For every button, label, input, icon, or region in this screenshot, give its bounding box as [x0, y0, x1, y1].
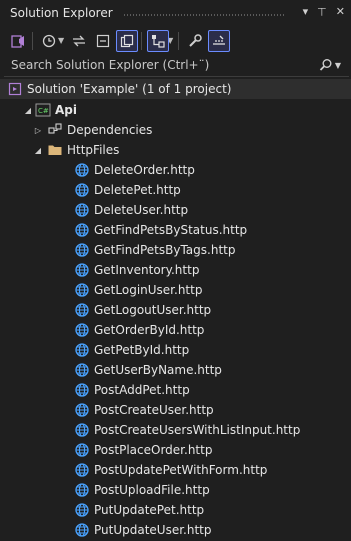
csharp-badge: C# — [38, 107, 49, 115]
file-label: DeleteUser.http — [94, 203, 189, 217]
dependencies-icon — [47, 122, 63, 138]
panel-controls: ▾ ⊥ ✕ — [303, 5, 345, 18]
csharp-project-icon: C# — [35, 102, 51, 118]
properties-wrench-icon[interactable] — [184, 30, 206, 52]
file-item[interactable]: PostCreateUser.http — [0, 400, 351, 420]
file-label: PostUpdatePetWithForm.http — [94, 463, 268, 477]
file-item[interactable]: PostPlaceOrder.http — [0, 440, 351, 460]
http-file-globe-icon — [74, 382, 90, 398]
file-item[interactable]: PostUploadFile.http — [0, 480, 351, 500]
http-file-globe-icon — [74, 482, 90, 498]
file-item[interactable]: DeleteOrder.http — [0, 160, 351, 180]
collapse-all-icon[interactable] — [92, 30, 114, 52]
file-item[interactable]: PostUpdatePetWithForm.http — [0, 460, 351, 480]
file-label: GetFindPetsByStatus.http — [94, 223, 248, 237]
title-grip — [124, 14, 285, 16]
file-label: GetOrderById.http — [94, 323, 205, 337]
file-label: DeleteOrder.http — [94, 163, 195, 177]
toolbar-separator — [178, 31, 180, 50]
file-label: PostAddPet.http — [94, 383, 190, 397]
file-label: GetUserByName.http — [94, 363, 222, 377]
solution-label: Solution 'Example' (1 of 1 project) — [27, 82, 232, 96]
view-switch-icon[interactable] — [147, 29, 170, 52]
search-dropdown-icon[interactable]: ▼ — [335, 61, 341, 70]
search-box[interactable]: Search Solution Explorer (Ctrl+¨) ▼ — [4, 55, 349, 77]
file-label: DeletePet.http — [94, 183, 181, 197]
http-file-globe-icon — [74, 342, 90, 358]
file-label: GetLoginUser.http — [94, 283, 203, 297]
file-item[interactable]: GetUserByName.http — [0, 360, 351, 380]
toolbar-separator — [141, 31, 143, 50]
file-label: GetInventory.http — [94, 263, 200, 277]
file-label: GetLogoutUser.http — [94, 303, 212, 317]
file-item[interactable]: GetPetById.http — [0, 340, 351, 360]
search-icon[interactable] — [319, 58, 333, 72]
solution-icon — [7, 81, 23, 97]
http-file-globe-icon — [74, 522, 90, 538]
http-file-globe-icon — [74, 402, 90, 418]
http-file-globe-icon — [74, 502, 90, 518]
http-file-globe-icon — [74, 182, 90, 198]
file-item[interactable]: GetLoginUser.http — [0, 280, 351, 300]
tree-item-folder[interactable]: ◢ HttpFiles — [0, 140, 351, 160]
http-file-globe-icon — [74, 162, 90, 178]
http-file-globe-icon — [74, 462, 90, 478]
folder-icon — [47, 142, 63, 158]
http-file-globe-icon — [74, 282, 90, 298]
close-icon[interactable]: ✕ — [336, 5, 345, 18]
file-item[interactable]: GetFindPetsByStatus.http — [0, 220, 351, 240]
file-item[interactable]: GetLogoutUser.http — [0, 300, 351, 320]
file-item[interactable]: PutUpdatePet.http — [0, 500, 351, 520]
file-item[interactable]: DeletePet.http — [0, 180, 351, 200]
http-file-globe-icon — [74, 262, 90, 278]
chevron-down-icon[interactable]: ◢ — [33, 146, 43, 155]
search-options[interactable]: ▼ — [319, 58, 341, 72]
http-file-globe-icon — [74, 362, 90, 378]
file-label: PutUpdateUser.http — [94, 523, 212, 537]
http-file-globe-icon — [74, 322, 90, 338]
tree-item-dependencies[interactable]: ▷ Dependencies — [0, 120, 351, 140]
http-file-globe-icon — [74, 242, 90, 258]
history-icon[interactable] — [38, 30, 60, 52]
file-item[interactable]: PutUpdateUser.http — [0, 520, 351, 540]
http-file-globe-icon — [74, 202, 90, 218]
tree-item-project[interactable]: ◢ C# Api — [0, 100, 351, 120]
file-label: PostUploadFile.http — [94, 483, 210, 497]
http-file-globe-icon — [74, 422, 90, 438]
file-item[interactable]: GetFindPetsByTags.http — [0, 240, 351, 260]
project-label: Api — [55, 103, 77, 117]
toolbar-separator — [32, 31, 33, 50]
window-position-dropdown-icon[interactable]: ▾ — [303, 5, 309, 18]
show-all-files-icon[interactable] — [116, 29, 139, 52]
file-label: PostPlaceOrder.http — [94, 443, 213, 457]
http-file-globe-icon — [74, 442, 90, 458]
vs-switch-icon[interactable] — [7, 30, 29, 52]
folder-label: HttpFiles — [67, 143, 120, 157]
toolbar: ▼ ▼ — [0, 27, 351, 54]
dependencies-label: Dependencies — [67, 123, 153, 137]
file-item[interactable]: PostCreateUsersWithListInput.http — [0, 420, 351, 440]
pin-icon[interactable]: ⊥ — [317, 5, 327, 18]
search-input[interactable]: Search Solution Explorer (Ctrl+¨) — [11, 58, 209, 72]
sync-icon[interactable] — [68, 30, 90, 52]
file-label: PostCreateUser.http — [94, 403, 214, 417]
panel-title-bar: Solution Explorer ▾ ⊥ ✕ — [0, 0, 351, 27]
http-file-globe-icon — [74, 302, 90, 318]
file-label: GetPetById.http — [94, 343, 190, 357]
preview-icon[interactable] — [208, 29, 231, 52]
file-item[interactable]: GetOrderById.http — [0, 320, 351, 340]
file-item[interactable]: DeleteUser.http — [0, 200, 351, 220]
tree-item-solution[interactable]: Solution 'Example' (1 of 1 project) — [0, 79, 351, 99]
http-file-globe-icon — [74, 222, 90, 238]
file-label: GetFindPetsByTags.http — [94, 243, 236, 257]
file-item[interactable]: GetInventory.http — [0, 260, 351, 280]
file-label: PutUpdatePet.http — [94, 503, 205, 517]
file-item[interactable]: PostAddPet.http — [0, 380, 351, 400]
file-label: PostCreateUsersWithListInput.http — [94, 423, 301, 437]
chevron-right-icon[interactable]: ▷ — [33, 126, 43, 135]
chevron-down-icon[interactable]: ◢ — [23, 106, 33, 115]
panel-title: Solution Explorer — [10, 6, 113, 20]
